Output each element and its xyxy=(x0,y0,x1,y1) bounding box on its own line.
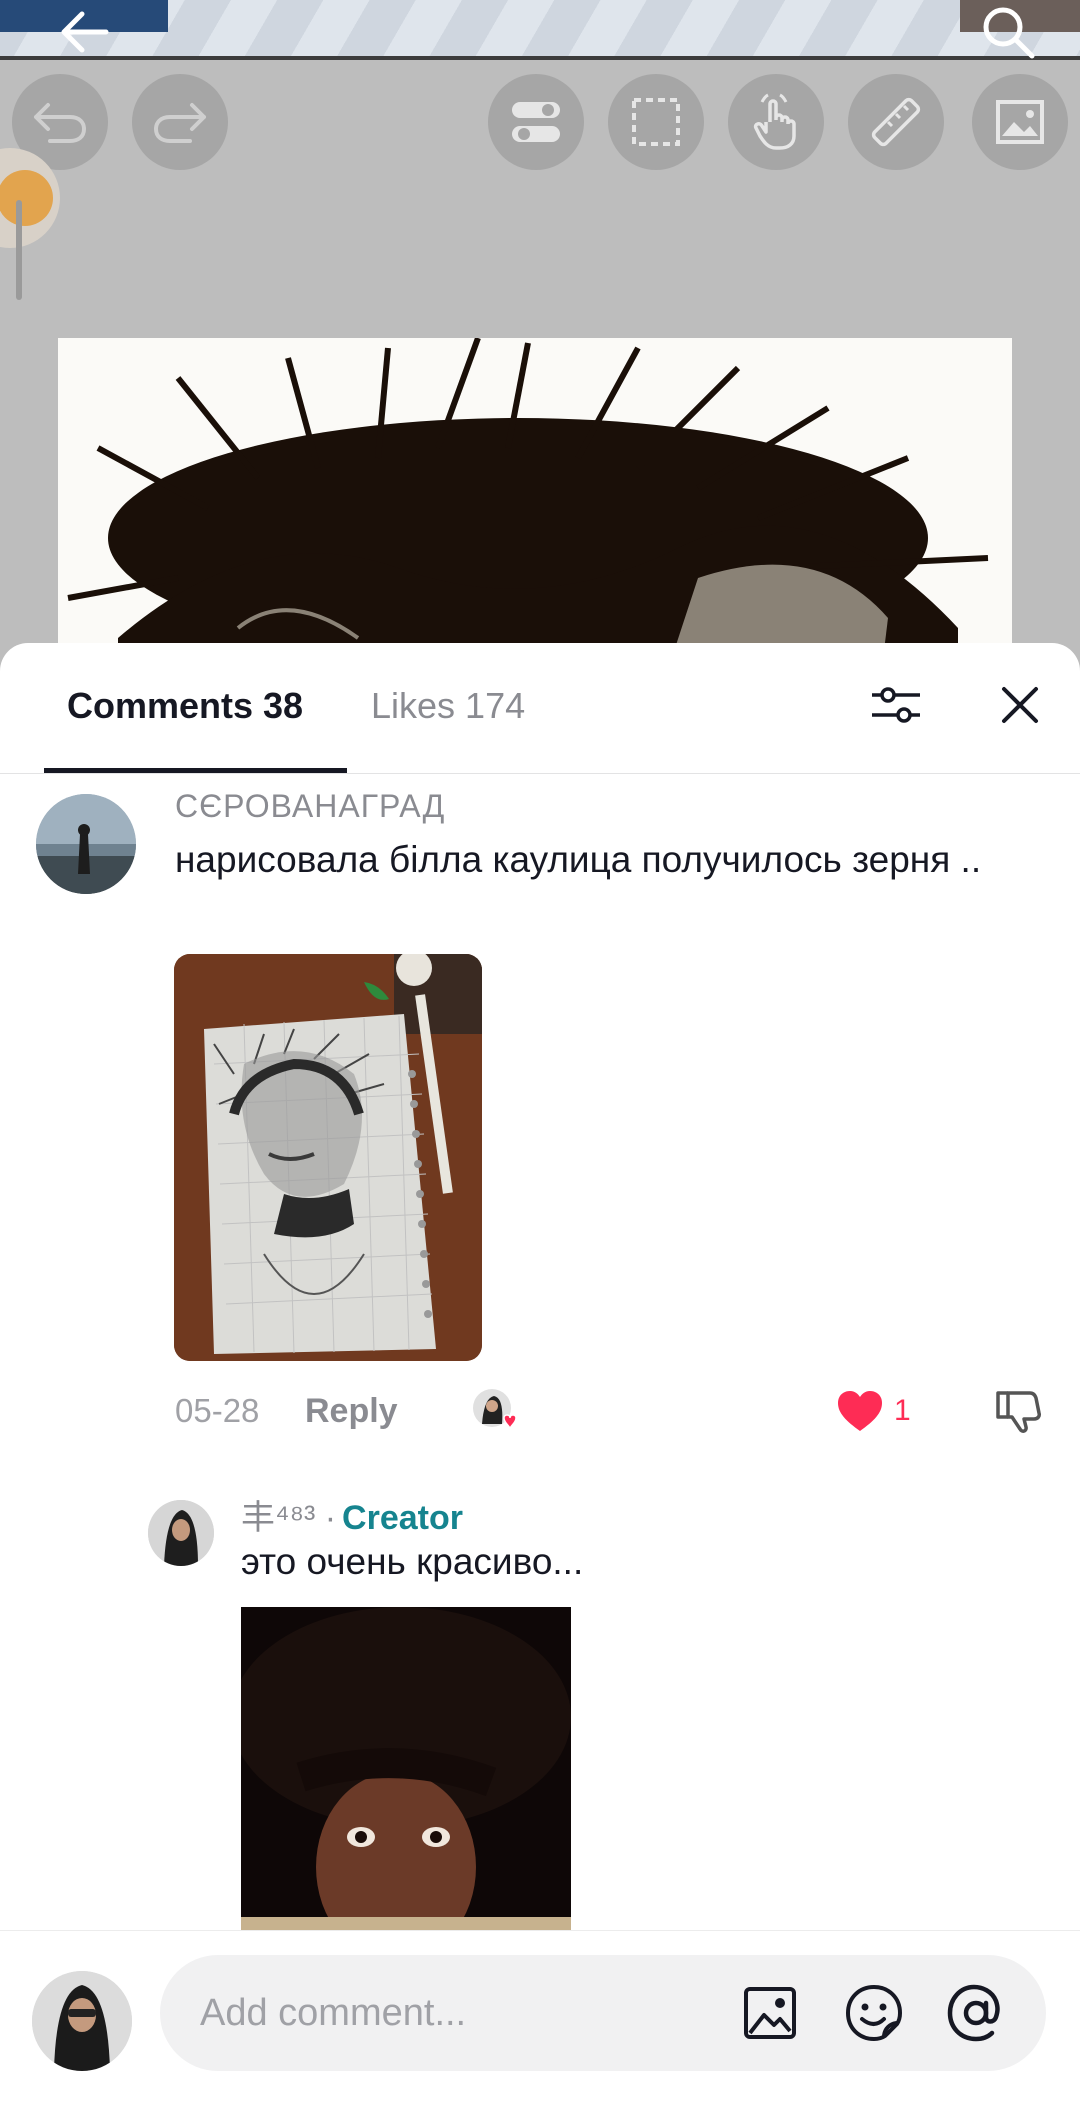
emoji-sticker-button[interactable] xyxy=(844,1983,904,2043)
toggle-icon xyxy=(512,102,560,142)
mention-button[interactable] xyxy=(946,1983,1006,2043)
gesture-tool xyxy=(728,74,824,170)
thumbs-down-icon xyxy=(996,1391,1041,1433)
comment-date: 05-28 xyxy=(175,1392,260,1429)
video-background xyxy=(0,0,1080,700)
undo-icon xyxy=(34,103,86,143)
like-count: 1 xyxy=(894,1394,911,1427)
like-button[interactable]: 1 xyxy=(836,1386,911,1436)
redo-tool xyxy=(132,74,228,170)
comment-text: нарисовала білла каулица получилось зерн… xyxy=(175,839,982,880)
commenter-username[interactable]: CЄРОВАНАГРАД xyxy=(175,788,445,825)
avatar-photo xyxy=(148,1500,214,1566)
video-divider xyxy=(0,56,1080,60)
comment-attached-image[interactable] xyxy=(174,954,482,1361)
ruler-icon xyxy=(871,97,921,147)
creator-liked-avatar xyxy=(472,1388,518,1434)
comments-sheet: Comments 38 Likes 174 CЄРОВАНАГРАД нарис… xyxy=(0,643,1080,2104)
toggle-tool xyxy=(488,74,584,170)
selection-icon xyxy=(632,98,680,146)
reply-attached-image[interactable] xyxy=(241,1607,571,1937)
close-icon xyxy=(1002,687,1038,723)
avatar-photo xyxy=(36,794,136,894)
search-button[interactable] xyxy=(976,0,1040,64)
sticker-icon xyxy=(845,1984,903,2042)
active-tab-indicator xyxy=(44,768,347,773)
creator-badge: Creator xyxy=(342,1499,463,1537)
commenter-avatar[interactable] xyxy=(36,794,136,894)
reply-username[interactable]: 丰⁴⁸³ · xyxy=(241,1490,336,1539)
image-attach-button[interactable] xyxy=(740,1983,800,2043)
reply-text: это очень красиво... xyxy=(241,1541,584,1582)
my-avatar xyxy=(32,1971,132,2071)
hand-gesture-icon xyxy=(753,93,796,150)
tab-comments[interactable]: Comments 38 xyxy=(67,685,303,727)
selection-tool xyxy=(608,74,704,170)
reply-avatar[interactable] xyxy=(148,1500,214,1566)
ruler-tool xyxy=(848,74,944,170)
close-button[interactable] xyxy=(994,675,1046,735)
avatar-photo xyxy=(32,1971,132,2071)
tab-likes[interactable]: Likes 174 xyxy=(371,685,525,727)
image-icon xyxy=(996,100,1044,144)
redo-icon xyxy=(154,103,206,143)
at-sign-icon xyxy=(947,1984,1000,2042)
reply-button[interactable]: Reply xyxy=(305,1392,398,1431)
sketch-photo xyxy=(174,954,482,1361)
reply-username-row: 丰⁴⁸³ · Creator xyxy=(241,1490,463,1539)
comment-composer xyxy=(0,1930,1080,2104)
reply-photo xyxy=(241,1607,571,1937)
heart-filled-icon xyxy=(838,1391,882,1431)
comment-input-pill xyxy=(160,1955,1046,2071)
dislike-button[interactable] xyxy=(992,1385,1044,1437)
side-slider xyxy=(16,200,22,300)
search-icon xyxy=(983,7,1035,59)
comments-tabs: Comments 38 Likes 174 xyxy=(0,643,1080,774)
back-button[interactable] xyxy=(52,2,116,62)
filter-button[interactable] xyxy=(866,675,926,735)
image-tool xyxy=(972,74,1068,170)
image-icon xyxy=(744,1987,796,2039)
back-arrow-icon xyxy=(61,11,109,53)
comment-meta: 05-28 Reply xyxy=(175,1386,517,1436)
sliders-icon xyxy=(872,687,920,723)
comment-input[interactable] xyxy=(200,1955,720,2071)
